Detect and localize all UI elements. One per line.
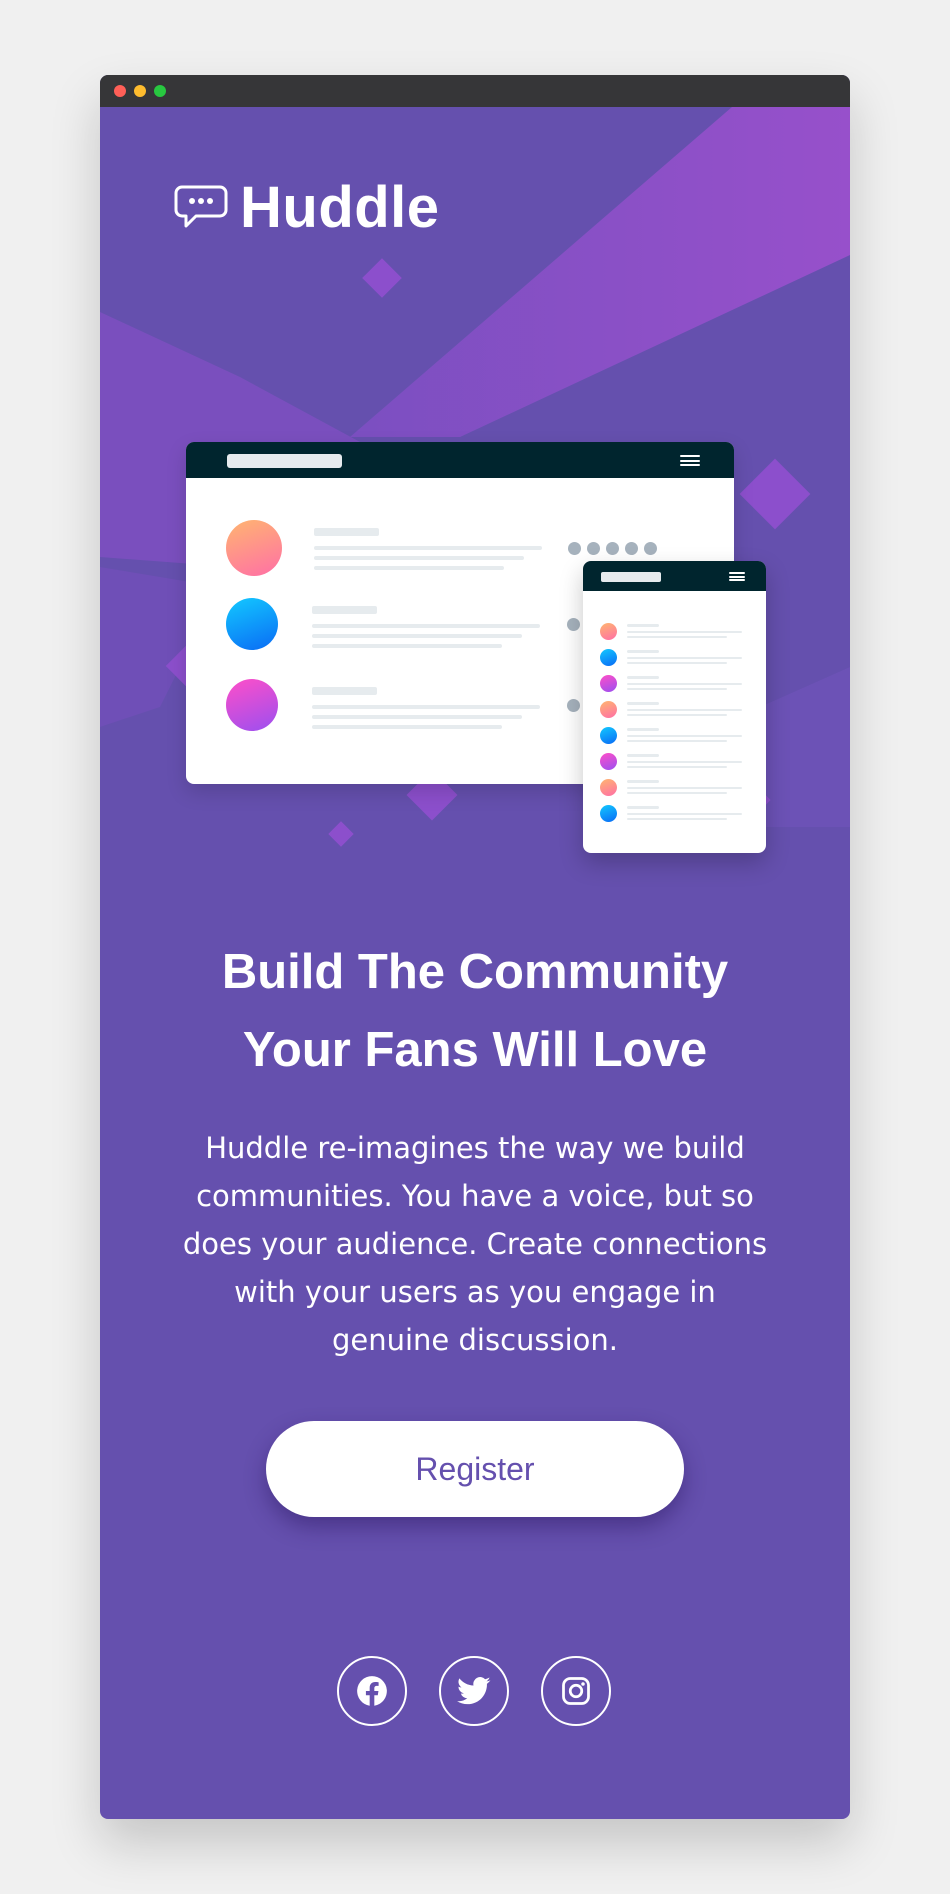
placeholder-line	[627, 709, 742, 711]
mockup-title-placeholder	[227, 454, 342, 468]
placeholder-line	[627, 806, 659, 809]
placeholder-line	[627, 740, 727, 742]
placeholder-line	[314, 546, 542, 550]
headline-line-2: Your Fans Will Love	[242, 1023, 708, 1077]
window-titlebar	[100, 75, 850, 107]
avatar-icon	[600, 649, 617, 666]
twitter-link[interactable]	[439, 1656, 509, 1726]
placeholder-line	[312, 715, 522, 719]
placeholder-line	[627, 818, 727, 820]
placeholder-line	[627, 728, 659, 731]
placeholder-line	[627, 780, 659, 783]
placeholder-line	[627, 683, 742, 685]
placeholder-line	[312, 687, 377, 695]
avatar-icon	[600, 623, 617, 640]
hero-headline: Build The Community Your Fans Will Love	[140, 933, 810, 1089]
placeholder-line	[314, 566, 504, 570]
placeholder-line	[627, 676, 659, 679]
placeholder-line	[312, 634, 522, 638]
placeholder-line	[312, 705, 540, 709]
huddle-logo[interactable]: Huddle	[174, 179, 440, 237]
register-button[interactable]: Register	[266, 1421, 684, 1517]
avatar-icon	[600, 779, 617, 796]
mobile-mockup-illustration	[583, 561, 766, 853]
close-window-button[interactable]	[114, 85, 126, 97]
mockup-header-bar	[186, 442, 734, 478]
placeholder-line	[627, 650, 659, 653]
placeholder-line	[314, 528, 379, 536]
hero-description: Huddle re-imagines the way we build comm…	[182, 1131, 768, 1357]
placeholder-line	[627, 702, 659, 705]
facebook-link[interactable]	[337, 1656, 407, 1726]
avatar-icon	[600, 675, 617, 692]
placeholder-line	[627, 754, 659, 757]
instagram-link[interactable]	[541, 1656, 611, 1726]
member-dot	[587, 542, 600, 555]
placeholder-line	[627, 624, 659, 627]
social-links	[337, 1656, 613, 1726]
placeholder-line	[627, 688, 727, 690]
maximize-window-button[interactable]	[154, 85, 166, 97]
placeholder-line	[627, 792, 727, 794]
placeholder-line	[627, 735, 742, 737]
placeholder-line	[627, 631, 742, 633]
placeholder-line	[312, 606, 377, 614]
avatar-icon	[226, 598, 278, 650]
mockup-title-placeholder	[601, 572, 661, 582]
placeholder-line	[627, 813, 742, 815]
app-window: Huddle Build The Community Your Fans Wil…	[100, 75, 850, 1819]
member-dot	[644, 542, 657, 555]
member-dot	[567, 618, 580, 631]
placeholder-line	[627, 662, 727, 664]
facebook-icon	[357, 1676, 387, 1706]
hamburger-menu-icon	[729, 572, 745, 581]
chat-bubble-icon	[174, 185, 228, 228]
placeholder-line	[627, 761, 742, 763]
placeholder-line	[312, 644, 502, 648]
member-dot	[567, 699, 580, 712]
avatar-icon	[600, 727, 617, 744]
placeholder-line	[314, 556, 524, 560]
avatar-icon	[226, 679, 278, 731]
avatar-icon	[600, 805, 617, 822]
placeholder-line	[627, 714, 727, 716]
placeholder-line	[312, 624, 540, 628]
placeholder-line	[627, 787, 742, 789]
placeholder-line	[627, 636, 727, 638]
placeholder-line	[627, 657, 742, 659]
twitter-icon	[457, 1677, 491, 1705]
placeholder-line	[312, 725, 502, 729]
avatar-icon	[600, 753, 617, 770]
brand-name: Huddle	[240, 175, 440, 240]
member-dot	[606, 542, 619, 555]
instagram-icon	[562, 1677, 590, 1705]
minimize-window-button[interactable]	[134, 85, 146, 97]
landing-page: Huddle Build The Community Your Fans Wil…	[100, 107, 850, 1819]
avatar-icon	[600, 701, 617, 718]
member-dot	[568, 542, 581, 555]
hamburger-menu-icon	[680, 455, 700, 466]
headline-line-1: Build The Community	[221, 945, 729, 999]
placeholder-line	[627, 766, 727, 768]
member-dot	[625, 542, 638, 555]
mockup-header-bar	[583, 561, 766, 591]
avatar-icon	[226, 520, 282, 576]
